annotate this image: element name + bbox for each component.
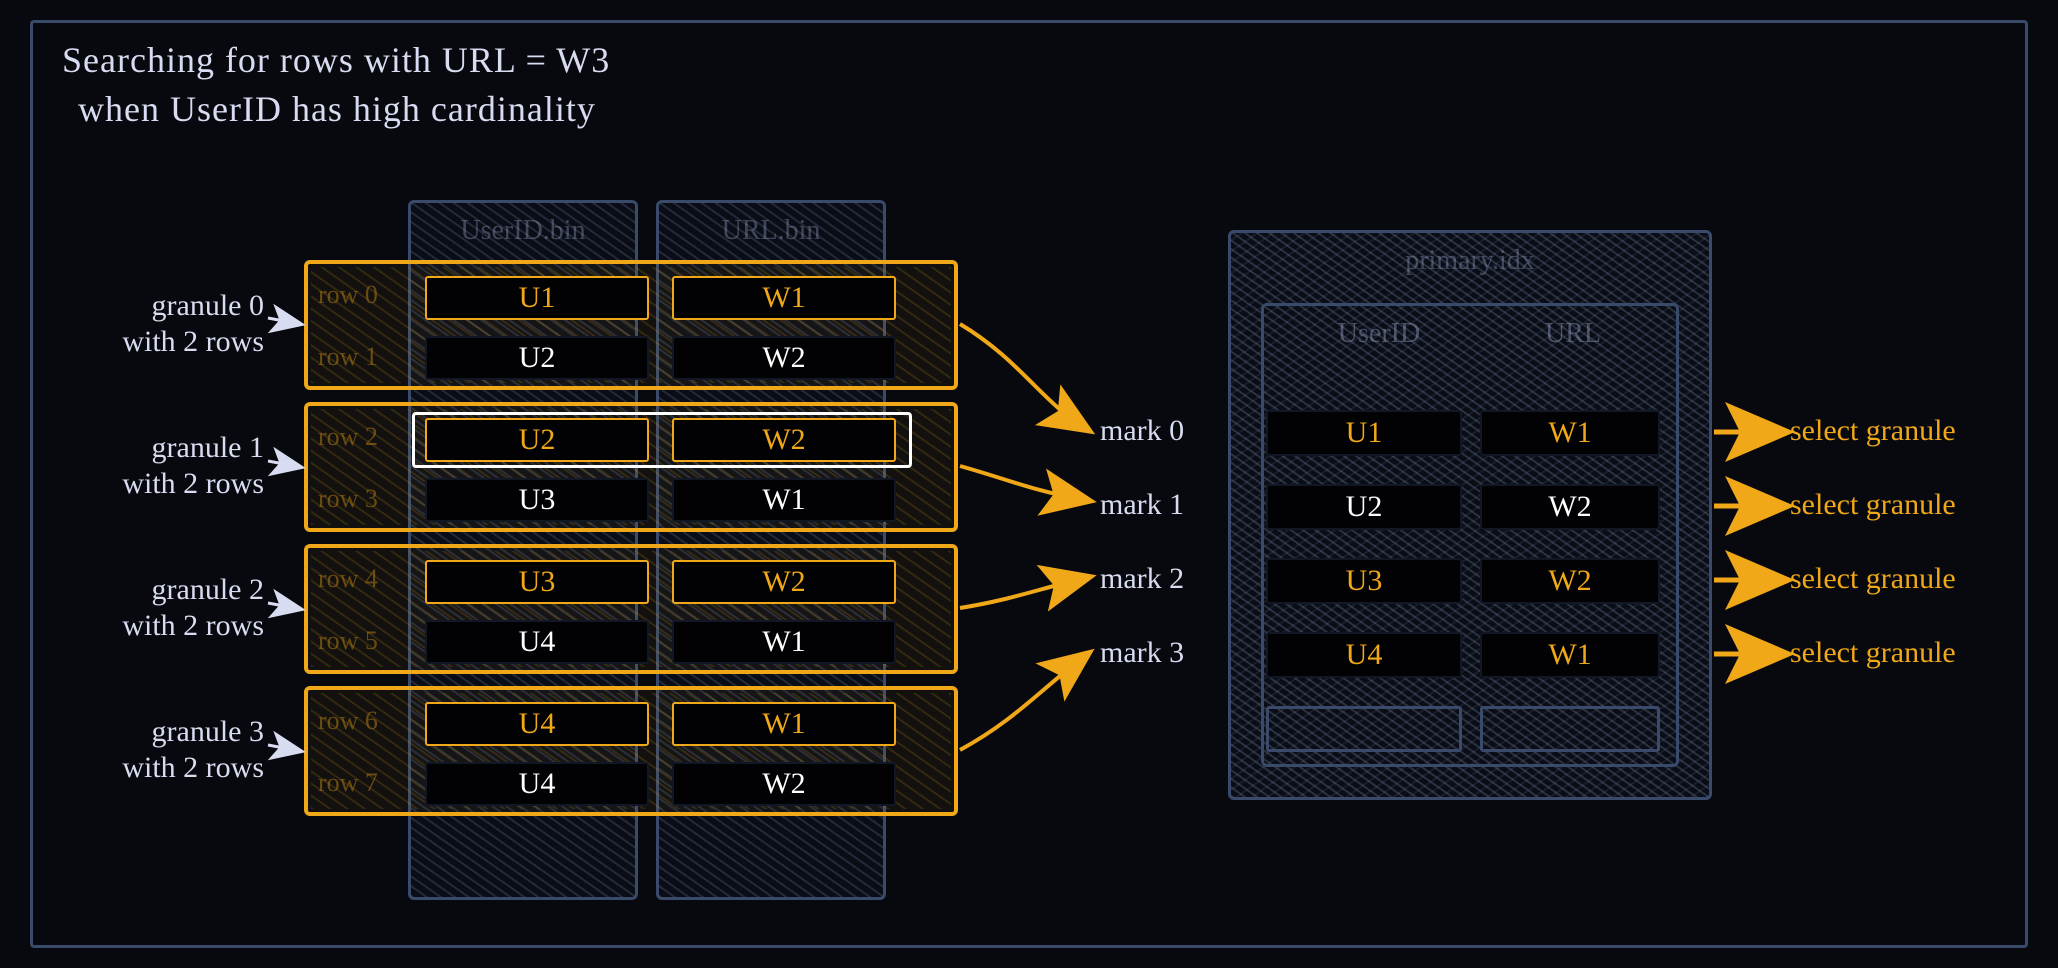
row-label: row 4 — [318, 564, 398, 594]
primary-cell: U4 — [1266, 632, 1462, 678]
granule-label-3: granule 3 with 2 rows — [64, 714, 264, 786]
granule-label-line2: with 2 rows — [64, 608, 264, 644]
primary-cell: U2 — [1266, 484, 1462, 530]
data-cell: U2 — [425, 336, 649, 380]
column-file-userid-header: UserID.bin — [411, 209, 635, 253]
data-cell: W2 — [672, 762, 896, 806]
data-cell: W1 — [672, 478, 896, 522]
row-label: row 6 — [318, 706, 398, 736]
column-file-url-header: URL.bin — [659, 209, 883, 253]
mark-label: mark 1 — [1100, 488, 1240, 522]
primary-index-colhead-userid: UserID — [1284, 314, 1474, 354]
data-cell: W1 — [672, 620, 896, 664]
data-cell: U4 — [425, 620, 649, 664]
primary-cell: W2 — [1480, 484, 1660, 530]
select-granule-label: select granule — [1790, 636, 2050, 670]
primary-cell: W1 — [1480, 410, 1660, 456]
data-cell: U2 — [425, 418, 649, 462]
granule-label-line2: with 2 rows — [64, 324, 264, 360]
primary-empty-cell — [1266, 706, 1462, 752]
granule-label-line1: granule 0 — [64, 288, 264, 324]
select-granule-label: select granule — [1790, 414, 2050, 448]
data-cell: W2 — [672, 336, 896, 380]
row-label: row 2 — [318, 422, 398, 452]
primary-cell: W1 — [1480, 632, 1660, 678]
row-label: row 0 — [318, 280, 398, 310]
granule-label-line2: with 2 rows — [64, 466, 264, 502]
granule-label-line1: granule 1 — [64, 430, 264, 466]
granule-label-0: granule 0 with 2 rows — [64, 288, 264, 360]
select-granule-label: select granule — [1790, 562, 2050, 596]
data-cell: W2 — [672, 418, 896, 462]
data-cell: U4 — [425, 702, 649, 746]
data-cell: W1 — [672, 276, 896, 320]
mark-label: mark 3 — [1100, 636, 1240, 670]
row-label: row 7 — [318, 768, 398, 798]
granule-label-line1: granule 3 — [64, 714, 264, 750]
data-cell: U3 — [425, 478, 649, 522]
data-cell: W1 — [672, 702, 896, 746]
primary-empty-cell — [1480, 706, 1660, 752]
granule-label-line2: with 2 rows — [64, 750, 264, 786]
row-label: row 3 — [318, 484, 398, 514]
data-cell: U3 — [425, 560, 649, 604]
primary-cell: W2 — [1480, 558, 1660, 604]
data-cell: W2 — [672, 560, 896, 604]
granule-label-line1: granule 2 — [64, 572, 264, 608]
mark-label: mark 0 — [1100, 414, 1240, 448]
primary-cell: U1 — [1266, 410, 1462, 456]
primary-index-inner: UserID URL — [1261, 303, 1679, 767]
primary-index-title: primary.idx — [1231, 245, 1709, 277]
row-label: row 1 — [318, 342, 398, 372]
primary-index-colhead-url: URL — [1488, 314, 1658, 354]
primary-cell: U3 — [1266, 558, 1462, 604]
row-label: row 5 — [318, 626, 398, 656]
select-granule-label: select granule — [1790, 488, 2050, 522]
data-cell: U1 — [425, 276, 649, 320]
mark-label: mark 2 — [1100, 562, 1240, 596]
granule-label-1: granule 1 with 2 rows — [64, 430, 264, 502]
data-cell: U4 — [425, 762, 649, 806]
granule-label-2: granule 2 with 2 rows — [64, 572, 264, 644]
